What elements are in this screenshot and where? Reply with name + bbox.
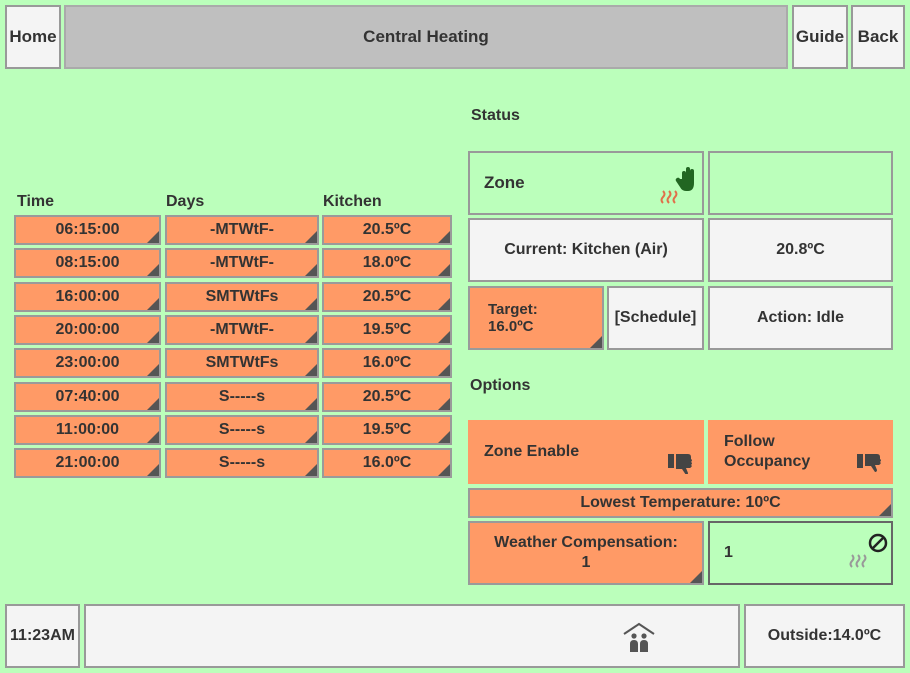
schedule-days-cell[interactable]: S-----s (165, 448, 319, 478)
weather-compensation-value: 1 (708, 521, 893, 585)
thumbs-down-icon (668, 454, 692, 474)
home-button[interactable]: Home (5, 5, 61, 69)
schedule-days-cell[interactable]: SMTWtFs (165, 282, 319, 312)
schedule-time-cell[interactable]: 16:00:00 (14, 282, 161, 312)
follow-occupancy-label: Follow Occupancy (724, 433, 811, 470)
weather-compensation-number: 1 (724, 544, 733, 561)
page-title: Central Heating (64, 5, 788, 69)
schedule-time-cell[interactable]: 20:00:00 (14, 315, 161, 345)
outside-temperature: Outside:14.0ºC (744, 604, 905, 668)
manual-heat-icon (660, 167, 694, 204)
weather-compensation-button[interactable]: Weather Compensation: 1 (468, 521, 704, 585)
schedule-temp-cell[interactable]: 20.5ºC (322, 282, 452, 312)
schedule-days-cell[interactable]: S-----s (165, 382, 319, 412)
time-column-header: Time (17, 193, 55, 210)
zone-selector[interactable]: Zone (468, 151, 704, 215)
target-value: 16.0ºC (488, 318, 534, 335)
target-label: Target: (488, 301, 538, 318)
target-temperature-button[interactable]: Target: 16.0ºC (468, 286, 604, 350)
schedule-temp-cell[interactable]: 16.0ºC (322, 348, 452, 378)
occupancy-bar[interactable] (84, 604, 740, 668)
options-heading: Options (470, 377, 531, 394)
schedule-time-cell[interactable]: 07:40:00 (14, 382, 161, 412)
days-column-header: Days (166, 193, 205, 210)
schedule-time-cell[interactable]: 06:15:00 (14, 215, 161, 245)
schedule-time-cell[interactable]: 23:00:00 (14, 348, 161, 378)
zone-enable-button[interactable]: Zone Enable (468, 420, 704, 484)
schedule-temp-cell[interactable]: 16.0ºC (322, 448, 452, 478)
action-status: Action: Idle (708, 286, 893, 350)
schedule-temp-cell[interactable]: 18.0ºC (322, 248, 452, 278)
schedule-time-cell[interactable]: 11:00:00 (14, 415, 161, 445)
lowest-temperature-button[interactable]: Lowest Temperature: 10ºC (468, 488, 893, 518)
thumbs-down-icon (857, 454, 881, 472)
schedule-mode-button[interactable]: [Schedule] (607, 286, 704, 350)
follow-occupancy-button[interactable]: Follow Occupancy (708, 420, 893, 484)
schedule-time-cell[interactable]: 21:00:00 (14, 448, 161, 478)
back-button[interactable]: Back (851, 5, 905, 69)
schedule-days-cell[interactable]: -MTWtF- (165, 215, 319, 245)
guide-button[interactable]: Guide (792, 5, 848, 69)
schedule-time-cell[interactable]: 08:15:00 (14, 248, 161, 278)
heat-disabled-icon (849, 533, 888, 568)
current-temperature: 20.8ºC (708, 218, 893, 282)
status-heading: Status (471, 107, 520, 124)
kitchen-column-header: Kitchen (323, 193, 382, 210)
schedule-days-cell[interactable]: -MTWtF- (165, 315, 319, 345)
clock: 11:23AM (5, 604, 80, 668)
zone-label: Zone (484, 173, 525, 192)
schedule-temp-cell[interactable]: 20.5ºC (322, 215, 452, 245)
schedule-temp-cell[interactable]: 20.5ºC (322, 382, 452, 412)
schedule-temp-cell[interactable]: 19.5ºC (322, 315, 452, 345)
zone-enable-label: Zone Enable (484, 443, 580, 460)
schedule-temp-cell[interactable]: 19.5ºC (322, 415, 452, 445)
home-occupancy-icon (623, 622, 655, 652)
current-sensor: Current: Kitchen (Air) (468, 218, 704, 282)
schedule-days-cell[interactable]: S-----s (165, 415, 319, 445)
schedule-days-cell[interactable]: SMTWtFs (165, 348, 319, 378)
zone-value-panel (708, 151, 893, 215)
schedule-days-cell[interactable]: -MTWtF- (165, 248, 319, 278)
